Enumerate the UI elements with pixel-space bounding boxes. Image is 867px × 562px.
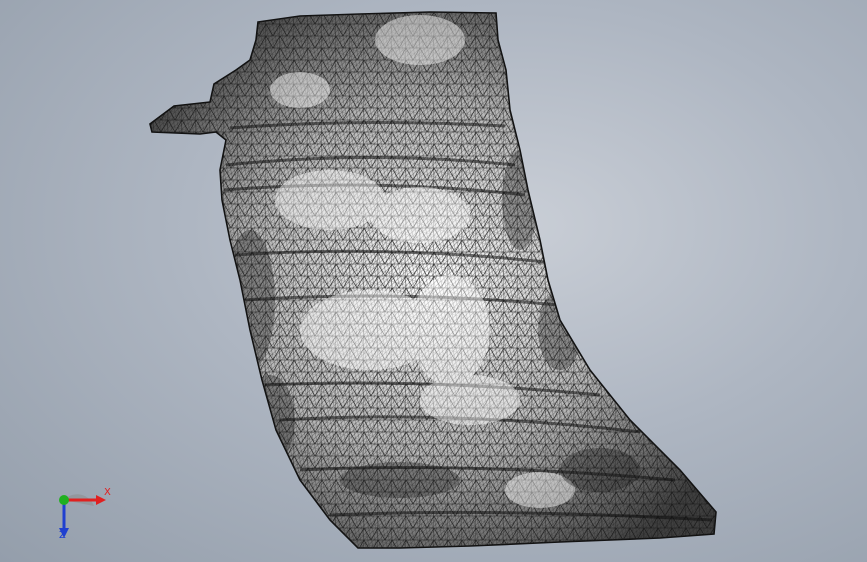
mesh-body (149, 11, 717, 549)
axis-triad[interactable] (44, 482, 124, 548)
mesh-model[interactable] (0, 0, 867, 562)
graphics-viewport[interactable]: X Z (0, 0, 867, 562)
x-axis-label: X (104, 487, 111, 498)
z-axis-label: Z (59, 530, 66, 541)
y-axis-dot (59, 495, 69, 505)
